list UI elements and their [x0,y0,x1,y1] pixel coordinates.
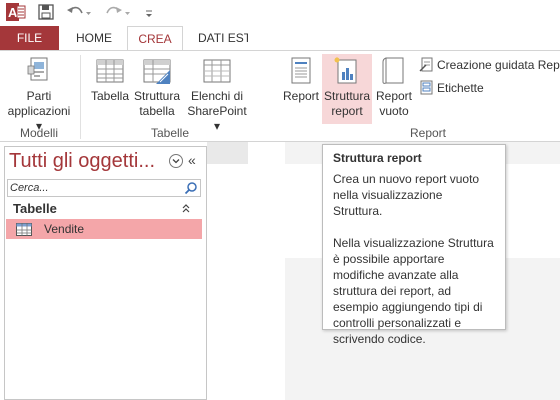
elenchi-label-1: Elenchi di [190,89,244,103]
undo-button[interactable] [66,3,92,21]
nav-pane-title[interactable]: Tutti gli oggetti... [9,150,155,173]
tab-crea[interactable]: CREA [127,26,183,51]
list-item[interactable]: Vendite [6,219,202,239]
table-item-label: Vendite [44,222,85,236]
group-label-modelli: Modelli [19,126,58,140]
parti-applicazioni-button[interactable]: Parti applicazioni ▾ [4,56,74,134]
window-gap [248,26,285,50]
group-separator [80,55,81,139]
save-button[interactable] [38,3,54,21]
report-icon [291,57,311,84]
double-chevron-left-icon: « [188,152,196,168]
struttura-tabella-label-1: Struttura [133,89,181,103]
group-label-report: Report [409,126,447,140]
tab-dati-esterni[interactable]: DATI ESTI [188,26,250,50]
save-icon [38,4,54,20]
etichette-button[interactable]: Etichette [419,80,484,95]
table-icon [96,59,124,83]
search-icon[interactable] [184,181,198,195]
struttura-tabella-button[interactable]: Struttura tabella [132,56,182,119]
report-vuoto-label-1: Report [375,89,413,103]
chevron-down-icon [172,159,180,164]
undo-icon [67,6,91,15]
application-parts-icon [27,57,48,81]
access-window: A FILE HOME CREA DATI ESTI Parti applica… [0,0,560,400]
tab-file[interactable]: FILE [0,26,59,50]
access-logo-icon[interactable]: A [6,3,26,21]
workspace-left [207,142,248,164]
table-icon [16,222,32,236]
customize-qat-icon [146,10,152,17]
tooltip-struttura-report: Struttura report Crea un nuovo report vu… [322,144,506,346]
labels-icon [420,80,433,95]
creazione-guidata-label: Creazione guidata Repo [437,57,560,72]
customize-qat-button[interactable] [144,3,154,21]
tabella-button[interactable]: Tabella [88,56,132,104]
collapse-section-icon[interactable] [179,202,193,216]
nav-pane-menu-button[interactable] [169,154,183,168]
sharepoint-list-icon [203,59,231,83]
ribbon: Parti applicazioni ▾ Modelli Tabella Str… [0,50,560,142]
etichette-label: Etichette [437,80,484,95]
struttura-report-label-2: report [331,104,363,118]
blank-report-icon [382,57,404,84]
navigation-pane: Tutti gli oggetti... « Tabelle [4,146,207,400]
parti-label-1: Parti [26,89,52,103]
search-input[interactable] [10,181,180,195]
creazione-guidata-report-button[interactable]: Creazione guidata Repo [419,57,560,72]
report-label: Report [282,89,320,103]
redo-icon [106,6,130,15]
struttura-tabella-label-2: tabella [139,104,175,118]
quick-access-toolbar: A [0,0,560,26]
tooltip-paragraph-1: Crea un nuovo report vuoto nella visuali… [333,172,480,218]
report-vuoto-button[interactable]: Report vuoto [374,56,414,119]
tabella-label: Tabella [90,89,130,103]
tooltip-paragraph-2: Nella visualizzazione Struttura è possib… [333,236,494,346]
group-label-tabelle: Tabelle [150,126,190,140]
nav-section-header[interactable]: Tabelle [13,201,57,216]
report-wizard-icon [419,57,433,72]
struttura-report-label-1: Struttura [323,89,371,103]
struttura-report-button[interactable]: Struttura report [322,54,372,124]
report-design-icon [334,57,357,84]
search-box [7,179,201,197]
tooltip-title: Struttura report [333,151,422,165]
report-button[interactable]: Report [281,56,321,104]
redo-button[interactable] [105,3,131,21]
shutter-bar-button[interactable]: « [188,152,196,168]
tab-home[interactable]: HOME [66,26,122,50]
report-vuoto-label-2: vuoto [379,104,409,118]
table-design-icon [143,59,171,84]
elenchi-sharepoint-button[interactable]: Elenchi di SharePoint ▾ [184,56,250,134]
